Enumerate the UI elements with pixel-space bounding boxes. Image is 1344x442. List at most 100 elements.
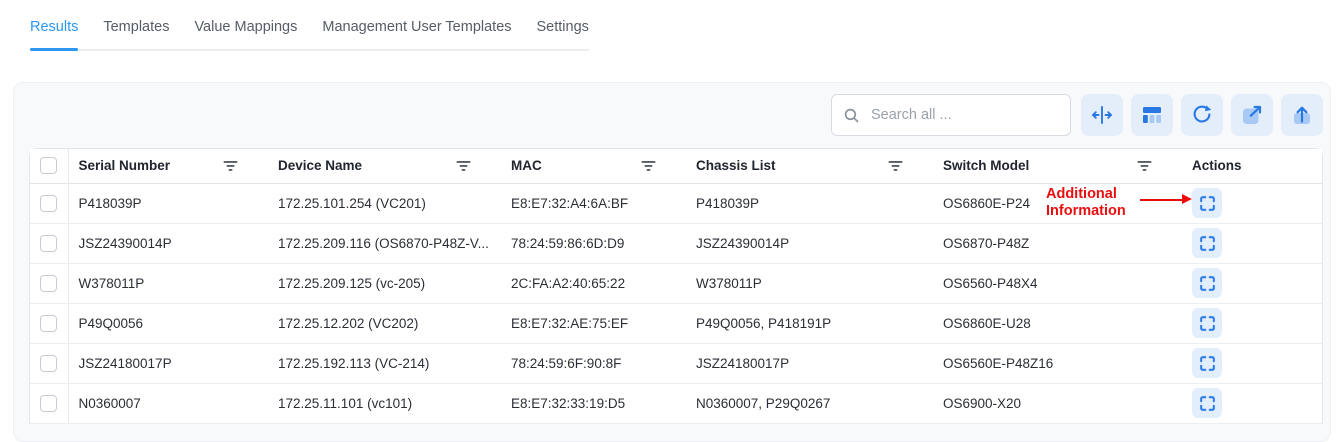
row-checkbox[interactable] <box>40 395 57 412</box>
column-label: Serial Number <box>79 158 171 173</box>
expand-icon <box>1198 314 1217 333</box>
fit-columns-button[interactable] <box>1081 94 1123 136</box>
cell-serial-number: JSZ24390014P <box>68 223 268 263</box>
expand-icon <box>1198 274 1217 293</box>
refresh-button[interactable] <box>1181 94 1223 136</box>
resize-horizontal-icon <box>1090 103 1114 127</box>
cell-chassis-list: W378011P <box>686 263 933 303</box>
row-checkbox[interactable] <box>40 355 57 372</box>
cell-mac: 78:24:59:6F:90:8F <box>501 343 686 383</box>
column-header-chassis-list: Chassis List <box>686 149 933 183</box>
cell-actions <box>1182 223 1322 263</box>
cell-actions <box>1182 383 1322 423</box>
column-header-mac: MAC <box>501 149 686 183</box>
table-row[interactable]: N0360007172.25.11.101 (vc101)E8:E7:32:33… <box>30 383 1322 423</box>
results-table: Serial Number Device Name MAC Chassis List S… <box>29 148 1323 424</box>
cell-device-name: 172.25.12.202 (VC202) <box>268 303 501 343</box>
upload-icon <box>1290 103 1314 127</box>
cell-chassis-list: JSZ24180017P <box>686 343 933 383</box>
column-label: Actions <box>1192 158 1242 173</box>
column-label: MAC <box>511 158 542 173</box>
table-row[interactable]: W378011P172.25.209.125 (vc-205)2C:FA:A2:… <box>30 263 1322 303</box>
annotation-additional-information: AdditionalInformation <box>1046 186 1126 220</box>
row-checkbox[interactable] <box>40 275 57 292</box>
header-row: Serial Number Device Name MAC Chassis List S… <box>30 149 1322 183</box>
cell-device-name: 172.25.209.116 (OS6870-P48Z-V... <box>268 223 501 263</box>
cell-serial-number: P49Q0056 <box>68 303 268 343</box>
row-checkbox[interactable] <box>40 235 57 252</box>
cell-device-name: 172.25.209.125 (vc-205) <box>268 263 501 303</box>
table-columns-icon <box>1140 103 1164 127</box>
cell-switch-model: OS6560E-P48Z16 <box>933 343 1182 383</box>
column-label: Switch Model <box>943 158 1029 173</box>
cell-mac: E8:E7:32:AE:75:EF <box>501 303 686 343</box>
column-header-switch-model: Switch Model <box>933 149 1182 183</box>
tab-management-user-templates[interactable]: Management User Templates <box>322 8 511 49</box>
expand-icon <box>1198 234 1217 253</box>
cell-switch-model: OS6900-X20 <box>933 383 1182 423</box>
row-checkbox[interactable] <box>40 315 57 332</box>
cell-switch-model: OS6860E-U28 <box>933 303 1182 343</box>
additional-information-button[interactable] <box>1192 388 1222 418</box>
export-button[interactable] <box>1281 94 1323 136</box>
tab-results[interactable]: Results <box>30 8 78 49</box>
cell-serial-number: N0360007 <box>68 383 268 423</box>
filter-icon[interactable] <box>639 158 658 174</box>
additional-information-button[interactable] <box>1192 188 1222 218</box>
external-link-icon <box>1240 103 1264 127</box>
cell-chassis-list: P49Q0056, P418191P <box>686 303 933 343</box>
cell-mac: 78:24:59:86:6D:D9 <box>501 223 686 263</box>
columns-button[interactable] <box>1131 94 1173 136</box>
filter-icon[interactable] <box>1135 158 1154 174</box>
additional-information-button[interactable] <box>1192 308 1222 338</box>
tab-value-mappings[interactable]: Value Mappings <box>194 8 297 49</box>
filter-icon[interactable] <box>886 158 905 174</box>
cell-mac: E8:E7:32:33:19:D5 <box>501 383 686 423</box>
additional-information-button[interactable] <box>1192 228 1222 258</box>
cell-actions <box>1182 263 1322 303</box>
expand-icon <box>1198 394 1217 413</box>
column-header-actions: Actions <box>1182 149 1322 183</box>
annotation-arrow <box>1140 199 1183 202</box>
column-header-serial-number: Serial Number <box>68 149 268 183</box>
cell-actions: AdditionalInformation <box>1182 183 1322 223</box>
search-input[interactable] <box>869 106 1059 124</box>
filter-icon[interactable] <box>454 158 473 174</box>
row-checkbox-cell <box>30 383 68 423</box>
column-header-device-name: Device Name <box>268 149 501 183</box>
cell-device-name: 172.25.11.101 (vc101) <box>268 383 501 423</box>
table-row[interactable]: P418039P 172.25.101.254 (VC201)E8:E7:32:A… <box>30 183 1322 223</box>
row-checkbox-cell <box>30 343 68 383</box>
cell-mac: 2C:FA:A2:40:65:22 <box>501 263 686 303</box>
cell-device-name: 172.25.192.113 (VC-214) <box>268 343 501 383</box>
cell-chassis-list: P418039P <box>686 183 933 223</box>
cell-serial-number: JSZ24180017P <box>68 343 268 383</box>
table-row[interactable]: JSZ24180017P172.25.192.113 (VC-214)78:24… <box>30 343 1322 383</box>
column-label: Chassis List <box>696 158 776 173</box>
select-all-checkbox[interactable] <box>40 157 57 174</box>
table-row[interactable]: P49Q0056172.25.12.202 (VC202)E8:E7:32:AE… <box>30 303 1322 343</box>
tab-templates[interactable]: Templates <box>103 8 169 49</box>
toolbar-buttons <box>1081 94 1323 136</box>
cell-serial-number: W378011P <box>68 263 268 303</box>
search-icon <box>843 107 860 124</box>
filter-icon[interactable] <box>221 158 240 174</box>
search-box[interactable] <box>831 94 1071 136</box>
table-toolbar <box>14 83 1330 148</box>
tab-bar: Results Templates Value Mappings Management… <box>30 8 589 51</box>
open-external-button[interactable] <box>1231 94 1273 136</box>
additional-information-button[interactable] <box>1192 268 1222 298</box>
table-body: P418039P172.25.101.254 (VC201)E8:E7:32:A… <box>30 183 1322 423</box>
results-panel: Serial Number Device Name MAC Chassis List S… <box>13 82 1331 442</box>
tab-settings[interactable]: Settings <box>537 8 589 49</box>
cell-mac: E8:E7:32:A4:6A:BF <box>501 183 686 223</box>
row-checkbox-cell <box>30 183 68 223</box>
cell-actions <box>1182 303 1322 343</box>
cell-device-name: 172.25.101.254 (VC201) <box>268 183 501 223</box>
row-checkbox[interactable] <box>40 195 57 212</box>
row-checkbox-cell <box>30 263 68 303</box>
select-all-header <box>30 149 68 183</box>
table-row[interactable]: JSZ24390014P172.25.209.116 (OS6870-P48Z-… <box>30 223 1322 263</box>
cell-chassis-list: JSZ24390014P <box>686 223 933 263</box>
additional-information-button[interactable] <box>1192 348 1222 378</box>
